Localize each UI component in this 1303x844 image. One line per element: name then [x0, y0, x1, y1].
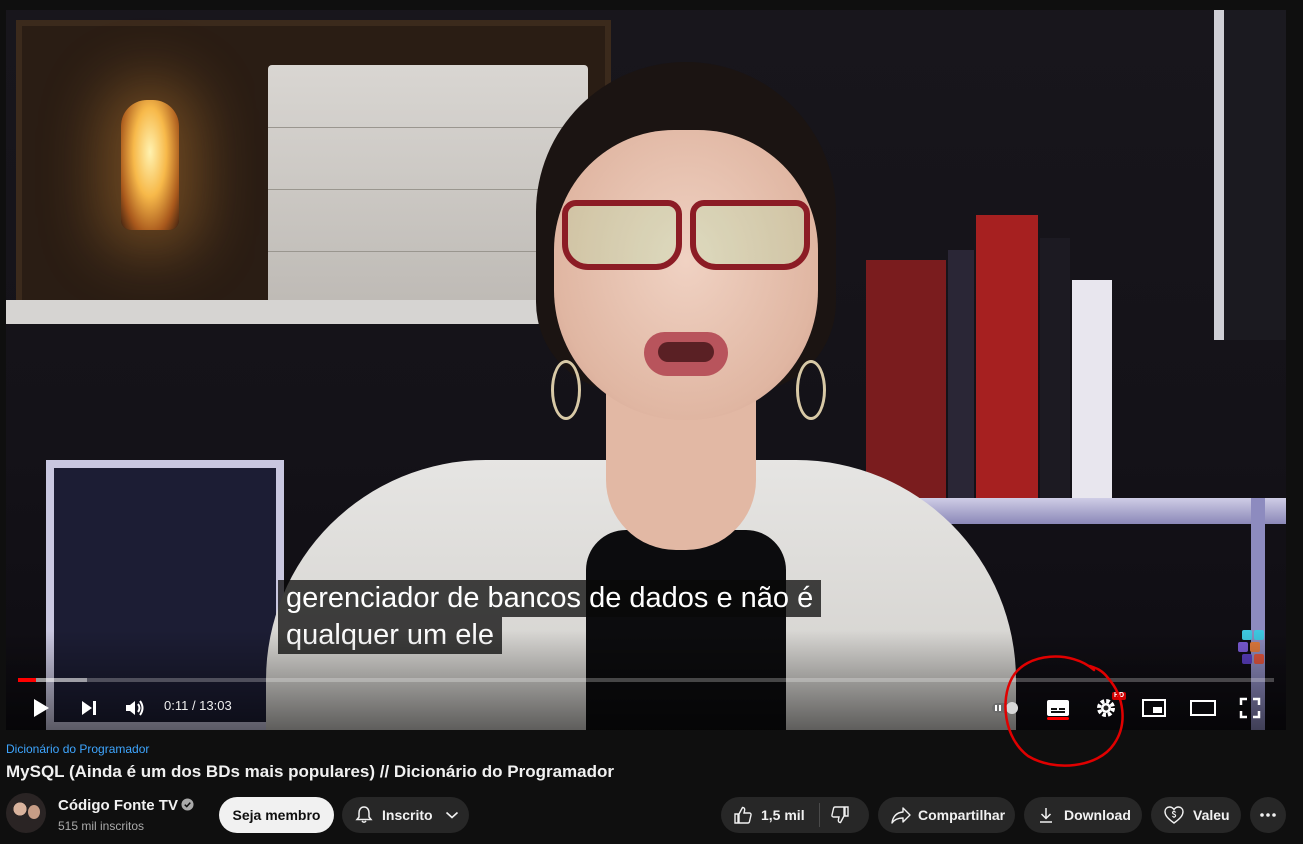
- chevron-down-icon: [445, 810, 459, 820]
- settings-gear-icon: [1097, 699, 1115, 717]
- thumbs-down-icon: [830, 805, 850, 825]
- youtube-watch-page: gerenciador de bancos de dados e não é q…: [0, 0, 1303, 844]
- autoplay-toggle[interactable]: [988, 690, 1024, 726]
- dislike-button[interactable]: [820, 797, 862, 833]
- share-button[interactable]: Compartilhar: [878, 797, 1015, 833]
- subtitles-button[interactable]: [1042, 690, 1074, 726]
- playlist-link[interactable]: Dicionário do Programador: [6, 741, 149, 757]
- fullscreen-button[interactable]: [1234, 690, 1266, 726]
- subtitles-icon: [1047, 700, 1069, 716]
- download-label: Download: [1064, 807, 1131, 823]
- theater-mode-button[interactable]: [1186, 690, 1220, 726]
- progress-played: [18, 678, 36, 682]
- thanks-button[interactable]: Valeu: [1151, 797, 1241, 833]
- download-button[interactable]: Download: [1024, 797, 1142, 833]
- subscribed-label: Inscrito: [382, 807, 433, 823]
- play-button[interactable]: [26, 690, 56, 726]
- channel-name[interactable]: Código Fonte TV: [58, 796, 178, 816]
- progress-bar[interactable]: [18, 678, 1274, 682]
- subscribed-button[interactable]: Inscrito: [342, 797, 469, 833]
- volume-button[interactable]: [120, 690, 150, 726]
- thanks-label: Valeu: [1193, 807, 1230, 823]
- channel-avatar[interactable]: [6, 793, 46, 833]
- like-dislike-group: 1,5 mil: [721, 797, 869, 833]
- thumbs-up-icon: [733, 805, 753, 825]
- next-video-button[interactable]: [74, 690, 104, 726]
- like-button[interactable]: 1,5 mil: [721, 797, 819, 833]
- download-icon: [1036, 805, 1056, 825]
- next-icon: [82, 701, 96, 715]
- time-display: 0:11 / 13:03: [164, 698, 232, 713]
- volume-icon: [126, 700, 144, 716]
- bell-icon: [354, 805, 374, 825]
- hd-badge: HD: [1112, 692, 1127, 700]
- share-label: Compartilhar: [918, 807, 1006, 823]
- fullscreen-icon: [1239, 697, 1261, 719]
- play-icon: [34, 699, 49, 717]
- miniplayer-icon: [1142, 699, 1166, 717]
- video-player[interactable]: gerenciador de bancos de dados e não é q…: [6, 10, 1286, 730]
- more-horizontal-icon: [1259, 812, 1277, 818]
- like-count: 1,5 mil: [761, 807, 805, 823]
- heart-dollar-icon: [1163, 805, 1185, 825]
- autoplay-toggle-icon: [992, 702, 1018, 714]
- video-title: MySQL (Ainda é um dos BDs mais populares…: [6, 762, 615, 781]
- more-actions-button[interactable]: [1250, 797, 1286, 833]
- join-button[interactable]: Seja membro: [219, 797, 334, 833]
- join-button-label: Seja membro: [232, 807, 321, 823]
- theater-mode-icon: [1190, 700, 1216, 716]
- caption-line-1: gerenciador de bancos de dados e não é: [278, 580, 822, 617]
- verified-badge-icon: [181, 798, 194, 811]
- subtitles-active-indicator: [1047, 717, 1069, 720]
- miniplayer-button[interactable]: [1138, 690, 1170, 726]
- share-arrow-icon: [890, 805, 912, 825]
- subscriber-count: 515 mil inscritos: [58, 819, 145, 833]
